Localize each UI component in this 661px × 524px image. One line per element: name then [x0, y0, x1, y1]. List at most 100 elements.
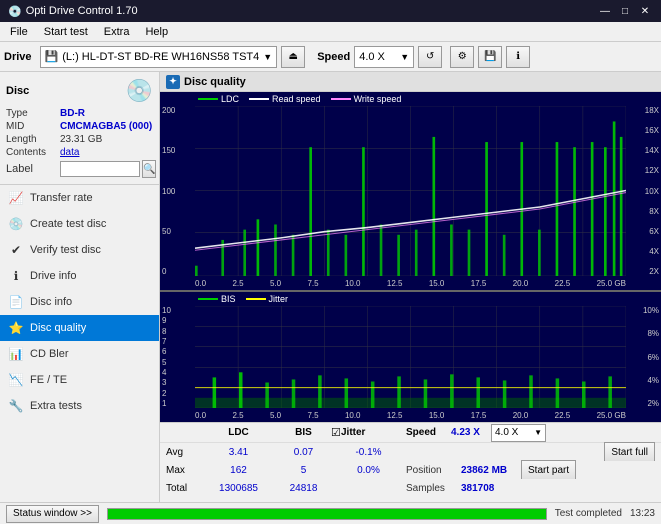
x-axis-top: 0.0 2.5 5.0 7.5 10.0 12.5 15.0 17.5 20.0… — [195, 276, 626, 290]
create-test-disc-label: Create test disc — [30, 218, 106, 230]
verify-test-disc-label: Verify test disc — [30, 244, 101, 256]
refresh-button[interactable]: ↺ — [418, 46, 442, 68]
position-label: Position — [406, 465, 461, 476]
stats-panel: LDC BIS ☑ Jitter Speed 4.23 X 4.0 X ▼ Av… — [160, 422, 661, 502]
x-label-15-top: 15.0 — [429, 279, 445, 288]
stats-max-jitter: 0.0% — [331, 465, 406, 476]
y-label-0: 0 — [162, 267, 193, 276]
titlebar-controls: — □ ✕ — [597, 3, 653, 19]
ldc-chart-svg — [195, 106, 626, 276]
stats-header-speed: Speed — [406, 427, 451, 438]
read-speed-legend-color — [249, 98, 269, 100]
x-label-12-5-top: 12.5 — [387, 279, 403, 288]
disc-image-icon: 💿 — [126, 78, 153, 104]
fe-te-label: FE / TE — [30, 374, 67, 386]
charts-container: LDC Read speed Write speed 200 150 100 — [160, 92, 661, 502]
stats-header-bis: BIS — [276, 427, 331, 438]
speed-combo-stats[interactable]: 4.0 X ▼ — [491, 424, 546, 442]
drive-toolbar: Drive 💾 (L:) HL-DT-ST BD-RE WH16NS58 TST… — [0, 42, 661, 72]
menubar: File Start test Extra Help — [0, 22, 661, 42]
drive-info-icon: ℹ — [8, 268, 24, 284]
extra-tests-label: Extra tests — [30, 400, 82, 412]
stats-header-ldc: LDC — [201, 427, 276, 438]
sidebar-item-extra-tests[interactable]: 🔧 Extra tests — [0, 393, 159, 419]
minimize-button[interactable]: — — [597, 3, 613, 19]
contents-value[interactable]: data — [60, 147, 79, 158]
titlebar: 💿 Opti Drive Control 1.70 — □ ✕ — [0, 0, 661, 22]
status-time: 13:23 — [630, 508, 655, 519]
sidebar-item-cd-bler[interactable]: 📊 CD Bler — [0, 341, 159, 367]
jitter-checkbox[interactable]: ☑ — [331, 426, 341, 439]
label-input[interactable] — [60, 161, 140, 177]
sidebar-item-transfer-rate[interactable]: 📈 Transfer rate — [0, 185, 159, 211]
x-label-10-top: 10.0 — [345, 279, 361, 288]
x-label-20-top: 20.0 — [513, 279, 529, 288]
info-button[interactable]: ℹ — [506, 46, 530, 68]
cd-bler-label: CD Bler — [30, 348, 69, 360]
speed-combo-arrow: ▼ — [534, 428, 542, 437]
status-text: Test completed — [555, 508, 622, 519]
stats-avg-label: Avg — [166, 447, 201, 458]
drive-select[interactable]: 💾 (L:) HL-DT-ST BD-RE WH16NS58 TST4 ▼ — [40, 46, 278, 68]
transfer-rate-icon: 📈 — [8, 190, 24, 206]
close-button[interactable]: ✕ — [637, 3, 653, 19]
x-label-2-5-top: 2.5 — [232, 279, 243, 288]
write-speed-legend-label: Write speed — [354, 94, 402, 104]
disc-info-icon: 📄 — [8, 294, 24, 310]
y-label-150: 150 — [162, 146, 193, 155]
sidebar-item-disc-quality[interactable]: ⭐ Disc quality — [0, 315, 159, 341]
ldc-legend-label: LDC — [221, 94, 239, 104]
stats-total-ldc: 1300685 — [201, 483, 276, 494]
label-search-button[interactable]: 🔍 — [142, 160, 156, 178]
x-label-22-5-top: 22.5 — [555, 279, 571, 288]
disc-quality-label: Disc quality — [30, 322, 86, 334]
disc-info-label: Disc info — [30, 296, 72, 308]
speed-value: 4.0 X — [359, 51, 385, 63]
speed-select[interactable]: 4.0 X ▼ — [354, 46, 414, 68]
x-label-7-5-top: 7.5 — [307, 279, 318, 288]
start-part-button[interactable]: Start part — [521, 460, 576, 480]
menu-file[interactable]: File — [4, 24, 34, 40]
jitter-legend-color — [246, 298, 266, 300]
x-label-5-top: 5.0 — [270, 279, 281, 288]
content-header: ✦ Disc quality — [160, 72, 661, 92]
sidebar-item-fe-te[interactable]: 📉 FE / TE — [0, 367, 159, 393]
sidebar-item-verify-test-disc[interactable]: ✔ Verify test disc — [0, 237, 159, 263]
read-speed-legend-label: Read speed — [272, 94, 321, 104]
save-button[interactable]: 💾 — [478, 46, 502, 68]
x-label-0-top: 0.0 — [195, 279, 206, 288]
bis-legend-label: BIS — [221, 294, 236, 304]
menu-help[interactable]: Help — [139, 24, 174, 40]
settings-button[interactable]: ⚙ — [450, 46, 474, 68]
y-axis-left-top: 200 150 100 50 0 — [160, 106, 195, 276]
fe-te-icon: 📉 — [8, 372, 24, 388]
status-window-button[interactable]: Status window >> — [6, 505, 99, 523]
disc-panel-title: Disc — [6, 85, 29, 97]
menu-start-test[interactable]: Start test — [38, 24, 94, 40]
contents-label: Contents — [6, 147, 58, 158]
stats-max-bis: 5 — [276, 465, 331, 476]
stats-total-bis: 24818 — [276, 483, 331, 494]
y-label-14x: 14X — [628, 146, 659, 155]
stats-max-label: Max — [166, 465, 201, 476]
speed-combo-value: 4.0 X — [495, 427, 518, 438]
ldc-legend-color — [198, 98, 218, 100]
eject-button[interactable]: ⏏ — [281, 46, 305, 68]
type-label: Type — [6, 108, 58, 119]
disc-panel: Disc 💿 Type BD-R MID CMCMAGBA5 (000) Len… — [0, 72, 159, 185]
write-speed-legend-color — [331, 98, 351, 100]
x-label-17-5-top: 17.5 — [471, 279, 487, 288]
x-axis-bottom: 0.0 2.5 5.0 7.5 10.0 12.5 15.0 17.5 20.0… — [195, 408, 626, 422]
y-axis-right-bottom: 10% 8% 6% 4% 2% — [626, 306, 661, 408]
app-title: Opti Drive Control 1.70 — [26, 5, 138, 17]
progress-bar-fill — [108, 509, 546, 519]
transfer-rate-label: Transfer rate — [30, 192, 93, 204]
sidebar-item-drive-info[interactable]: ℹ Drive info — [0, 263, 159, 289]
menu-extra[interactable]: Extra — [98, 24, 136, 40]
start-full-button[interactable]: Start full — [604, 442, 655, 462]
sidebar-item-disc-info[interactable]: 📄 Disc info — [0, 289, 159, 315]
status-bar: Status window >> Test completed 13:23 — [0, 502, 661, 524]
maximize-button[interactable]: □ — [617, 3, 633, 19]
drive-text: (L:) HL-DT-ST BD-RE WH16NS58 TST4 — [62, 51, 259, 63]
sidebar-item-create-test-disc[interactable]: 💿 Create test disc — [0, 211, 159, 237]
